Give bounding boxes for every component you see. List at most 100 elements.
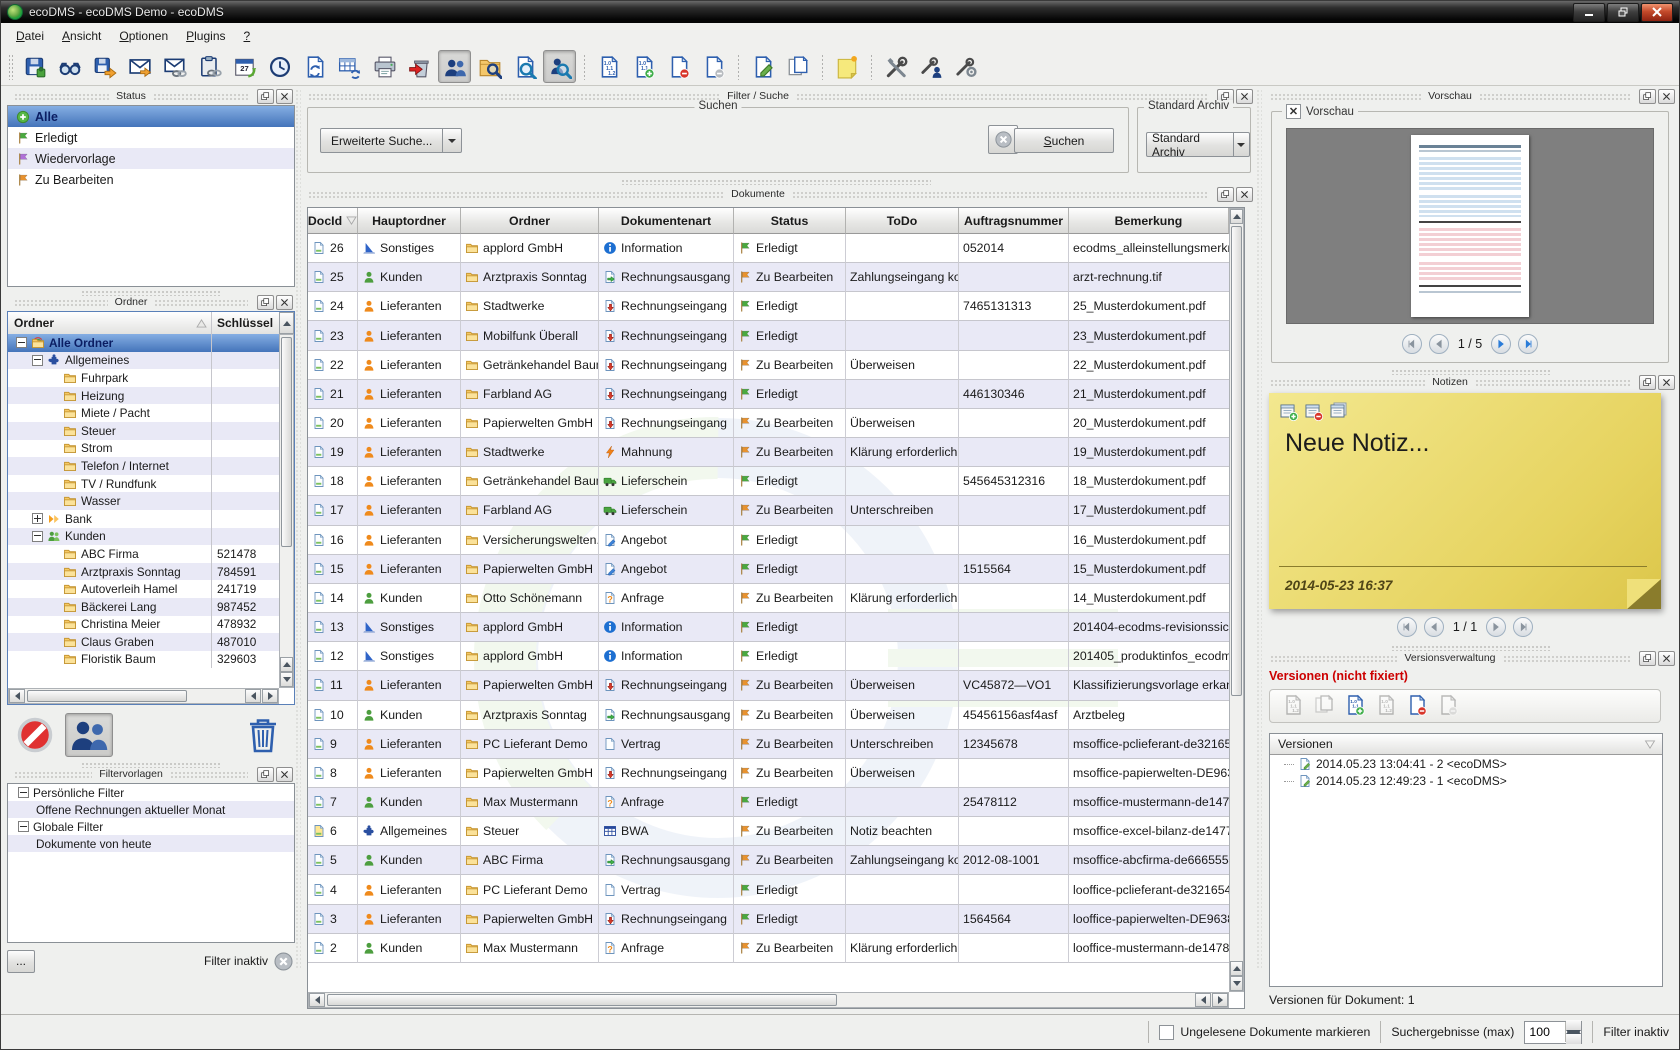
menu-datei[interactable]: Datei (7, 26, 53, 46)
spin-down-button[interactable] (1566, 1032, 1581, 1042)
menu-ansicht[interactable]: Ansicht (53, 26, 110, 46)
collapse-icon[interactable] (18, 787, 29, 798)
document-search-button[interactable] (508, 50, 541, 83)
scroll-left-button[interactable] (9, 689, 25, 703)
trash-button[interactable] (239, 713, 287, 757)
document-row-4[interactable]: 4LieferantenPC Lieferant DemoVertragErle… (308, 875, 1229, 904)
scrollbar-thumb[interactable] (27, 690, 187, 702)
folder-scroll-up-button[interactable] (279, 312, 294, 334)
document-row-18[interactable]: 18LieferantenGetränkehandel BaumLiefersc… (308, 467, 1229, 496)
folder-tree-item-autoverleih-hamel[interactable]: Autoverleih Hamel241719 (8, 580, 279, 598)
folder-horizontal-scrollbar[interactable] (8, 688, 279, 704)
document-row-5[interactable]: 5KundenABC FirmaRechnungsausgangZu Bearb… (308, 846, 1229, 875)
document-row-16[interactable]: 16LieferantenVersicherungswelten...Angeb… (308, 526, 1229, 555)
folder-tree-item-claus-graben[interactable]: Claus Graben487010 (8, 633, 279, 651)
unread-docs-toggle[interactable]: Ungelesene Dokumente markieren (1159, 1025, 1370, 1040)
person-search-button[interactable] (543, 50, 576, 83)
folder-tree-item-telefon-internet[interactable]: Telefon / Internet (8, 457, 279, 475)
scroll-up-button-2[interactable] (1230, 961, 1243, 976)
suche-close-button[interactable] (1236, 89, 1253, 104)
schluessel-column-header[interactable]: Schlüssel (211, 312, 279, 334)
page-prev-button[interactable] (1424, 617, 1444, 637)
search-button[interactable]: Suchen (1014, 128, 1114, 153)
column-header-status[interactable]: Status (734, 208, 846, 234)
page-last-button[interactable] (1513, 617, 1533, 637)
status-item-erledigt[interactable]: Erledigt (8, 127, 294, 148)
version-remove-inactive-button[interactable] (697, 50, 730, 83)
folder-tree-item-wasser[interactable]: Wasser (8, 492, 279, 510)
document-row-10[interactable]: 10KundenArztpraxis SonntagRechnungsausga… (308, 701, 1229, 730)
folder-tree-item-tv-rundfunk[interactable]: TV / Rundfunk (8, 475, 279, 493)
document-row-22[interactable]: 22LieferantenGetränkehandel BaumRechnung… (308, 351, 1229, 380)
scroll-right-button[interactable] (262, 689, 278, 703)
sticky-note[interactable]: Neue Notiz... 2014-05-23 16:37 (1269, 393, 1661, 609)
document-row-24[interactable]: 24LieferantenStadtwerkeRechnungseingangE… (308, 292, 1229, 321)
scroll-left-button[interactable] (309, 993, 325, 1007)
expand-icon[interactable] (32, 513, 43, 524)
folder-tree-item-fuhrpark[interactable]: Fuhrpark (8, 369, 279, 387)
email-button[interactable] (123, 50, 156, 83)
status-item-wiedervorlage[interactable]: Wiedervorlage (8, 148, 294, 169)
settings-system-button[interactable] (949, 50, 982, 83)
folder-tree-item-arztpraxis-sonntag[interactable]: Arztpraxis Sonntag784591 (8, 563, 279, 581)
document-row-25[interactable]: 25KundenArztpraxis SonntagRechnungsausga… (308, 263, 1229, 292)
page-first-button[interactable] (1402, 334, 1422, 354)
version-remove-button[interactable] (662, 50, 695, 83)
version-checkin-button[interactable]: 1.01.1 (1344, 694, 1366, 719)
document-row-6[interactable]: 6AllgemeinesSteuerBWAZu BearbeitenNotiz … (308, 817, 1229, 846)
version-edit-button[interactable]: 1.01.11.2 (1282, 694, 1304, 719)
collapse-icon[interactable] (16, 337, 27, 348)
folder-search-button[interactable] (473, 50, 506, 83)
advanced-search-button[interactable]: Erweiterte Suche... (320, 128, 443, 153)
close-button[interactable] (1641, 3, 1673, 22)
page-prev-button[interactable] (1429, 334, 1449, 354)
filter-template-persönliche-filter[interactable]: Persönliche Filter (8, 784, 294, 801)
copy-note-icon[interactable] (1329, 401, 1349, 421)
document-row-3[interactable]: 3LieferantenPapierwelten GmbHRechnungsei… (308, 905, 1229, 934)
status-close-button[interactable] (276, 89, 293, 104)
folder-tree-item-bäckerei-lang[interactable]: Bäckerei Lang987452 (8, 598, 279, 616)
print-button[interactable] (368, 50, 401, 83)
scroll-up-button[interactable] (1230, 209, 1243, 224)
folder-tree-item-christina-meier[interactable]: Christina Meier478932 (8, 616, 279, 634)
unread-docs-checkbox[interactable] (1159, 1025, 1174, 1040)
notizen-close-button[interactable] (1658, 375, 1675, 390)
edit-document-button[interactable] (746, 50, 779, 83)
vorschau-close-button[interactable] (1658, 89, 1675, 104)
page-first-button[interactable] (1397, 617, 1417, 637)
document-row-9[interactable]: 9LieferantenPC Lieferant DemoVertragZu B… (308, 730, 1229, 759)
vorschau-float-button[interactable] (1639, 89, 1656, 104)
column-header-dokumentenart[interactable]: Dokumentenart (599, 208, 734, 234)
column-header-todo[interactable]: ToDo (846, 208, 959, 234)
advanced-search-dropdown[interactable] (443, 128, 462, 153)
scroll-down-button[interactable] (1230, 976, 1243, 991)
scroll-down-button[interactable] (280, 672, 293, 687)
status-item-zu-bearbeiten[interactable]: Zu Bearbeiten (8, 169, 294, 190)
menu-?[interactable]: ? (235, 26, 260, 46)
new-note-button[interactable] (830, 50, 863, 83)
scroll-left-button-2[interactable] (1195, 993, 1211, 1007)
page-next-button[interactable] (1491, 334, 1511, 354)
document-row-21[interactable]: 21LieferantenFarbland AGRechnungseingang… (308, 380, 1229, 409)
scroll-right-button[interactable] (1212, 993, 1228, 1007)
version-item-1[interactable]: 2014.05.23 13:04:41 - 2 <ecoDMS> (1270, 755, 1662, 772)
document-row-7[interactable]: 7KundenMax Mustermann?AnfrageErledigt254… (308, 788, 1229, 817)
settings-tools-button[interactable] (879, 50, 912, 83)
preview-checkbox[interactable]: ✕ (1286, 104, 1301, 119)
scrollbar-thumb[interactable] (1231, 226, 1242, 696)
filter-template-globale-filter[interactable]: Globale Filter (8, 818, 294, 835)
version-lock-button[interactable]: 1.01.11.2 (1375, 694, 1397, 719)
documents-vertical-scrollbar[interactable] (1229, 208, 1244, 992)
delete-document-button[interactable] (403, 50, 436, 83)
filter-close-button[interactable] (276, 767, 293, 782)
folder-tree-item-bank[interactable]: Bank (8, 510, 279, 528)
preview-toggle[interactable]: ✕ Vorschau (1282, 104, 1358, 119)
archive-combobox[interactable]: Standard Archiv (1146, 132, 1250, 157)
column-header-hauptordner[interactable]: Hauptordner (358, 208, 461, 234)
collapse-icon[interactable] (32, 531, 43, 542)
versions-button[interactable]: 1.01.11.2 (592, 50, 625, 83)
folder-vertical-scrollbar[interactable] (279, 334, 294, 688)
document-row-23[interactable]: 23LieferantenMobilfunk ÜberallRechnungse… (308, 321, 1229, 350)
table-sync-button[interactable] (333, 50, 366, 83)
document-row-14[interactable]: 14KundenOtto Schönemann?AnfrageZu Bearbe… (308, 584, 1229, 613)
